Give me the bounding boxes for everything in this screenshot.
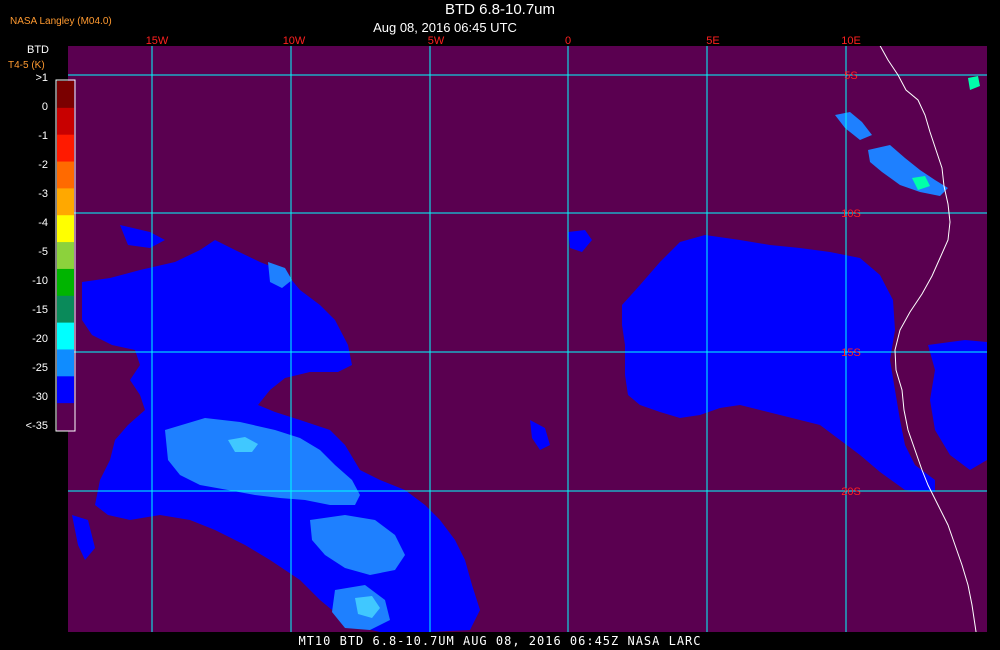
legend-label: -1: [38, 130, 48, 142]
legend-label: -15: [32, 304, 48, 316]
legend-label: -4: [38, 217, 48, 229]
legend-swatch: [57, 188, 74, 216]
legend-swatch: [57, 268, 74, 297]
legend-label: -25: [32, 362, 48, 374]
legend-swatch: [57, 134, 74, 163]
legend-label: -20: [32, 333, 48, 345]
legend-label: >1: [35, 72, 48, 84]
legend-title: BTD: [27, 44, 49, 56]
lat-label-15s: 15S: [841, 347, 861, 359]
lat-label-10s: 10S: [841, 208, 861, 220]
header: NASA Langley (M04.0) BTD 6.8-10.7um Aug …: [0, 0, 1000, 42]
legend-unit: T4-5 (K): [8, 60, 45, 71]
footer-caption: MT10 BTD 6.8-10.7UM AUG 08, 2016 06:45Z …: [0, 632, 1000, 650]
page-title: BTD 6.8-10.7um: [444, 1, 556, 18]
legend-swatch: [57, 295, 74, 324]
legend-swatch: [57, 403, 74, 431]
legend-swatch: [57, 107, 74, 136]
map-canvas: 15W 10W 5W 0 5E 10E 5S 10S 15S 20S: [55, 35, 987, 632]
legend-label: -10: [32, 275, 48, 287]
legend-label: -5: [38, 246, 48, 258]
legend-swatch: [57, 322, 74, 350]
legend-swatch: [57, 376, 74, 404]
lat-label-5s: 5S: [844, 70, 857, 82]
legend-swatch: [57, 349, 74, 377]
legend-label: -3: [38, 188, 48, 200]
legend-swatch: [57, 215, 74, 243]
legend-colorbar: [57, 81, 74, 431]
legend-swatch: [57, 161, 74, 189]
lat-label-20s: 20S: [841, 486, 861, 498]
legend-swatch: [57, 242, 74, 270]
legend-label: <-35: [25, 420, 48, 432]
legend-label: -30: [32, 391, 48, 403]
legend-label: 0: [41, 101, 48, 113]
timestamp-subtitle: Aug 08, 2016 06:45 UTC: [373, 20, 517, 35]
legend-label: -2: [38, 159, 48, 171]
legend-swatch: [57, 81, 74, 109]
